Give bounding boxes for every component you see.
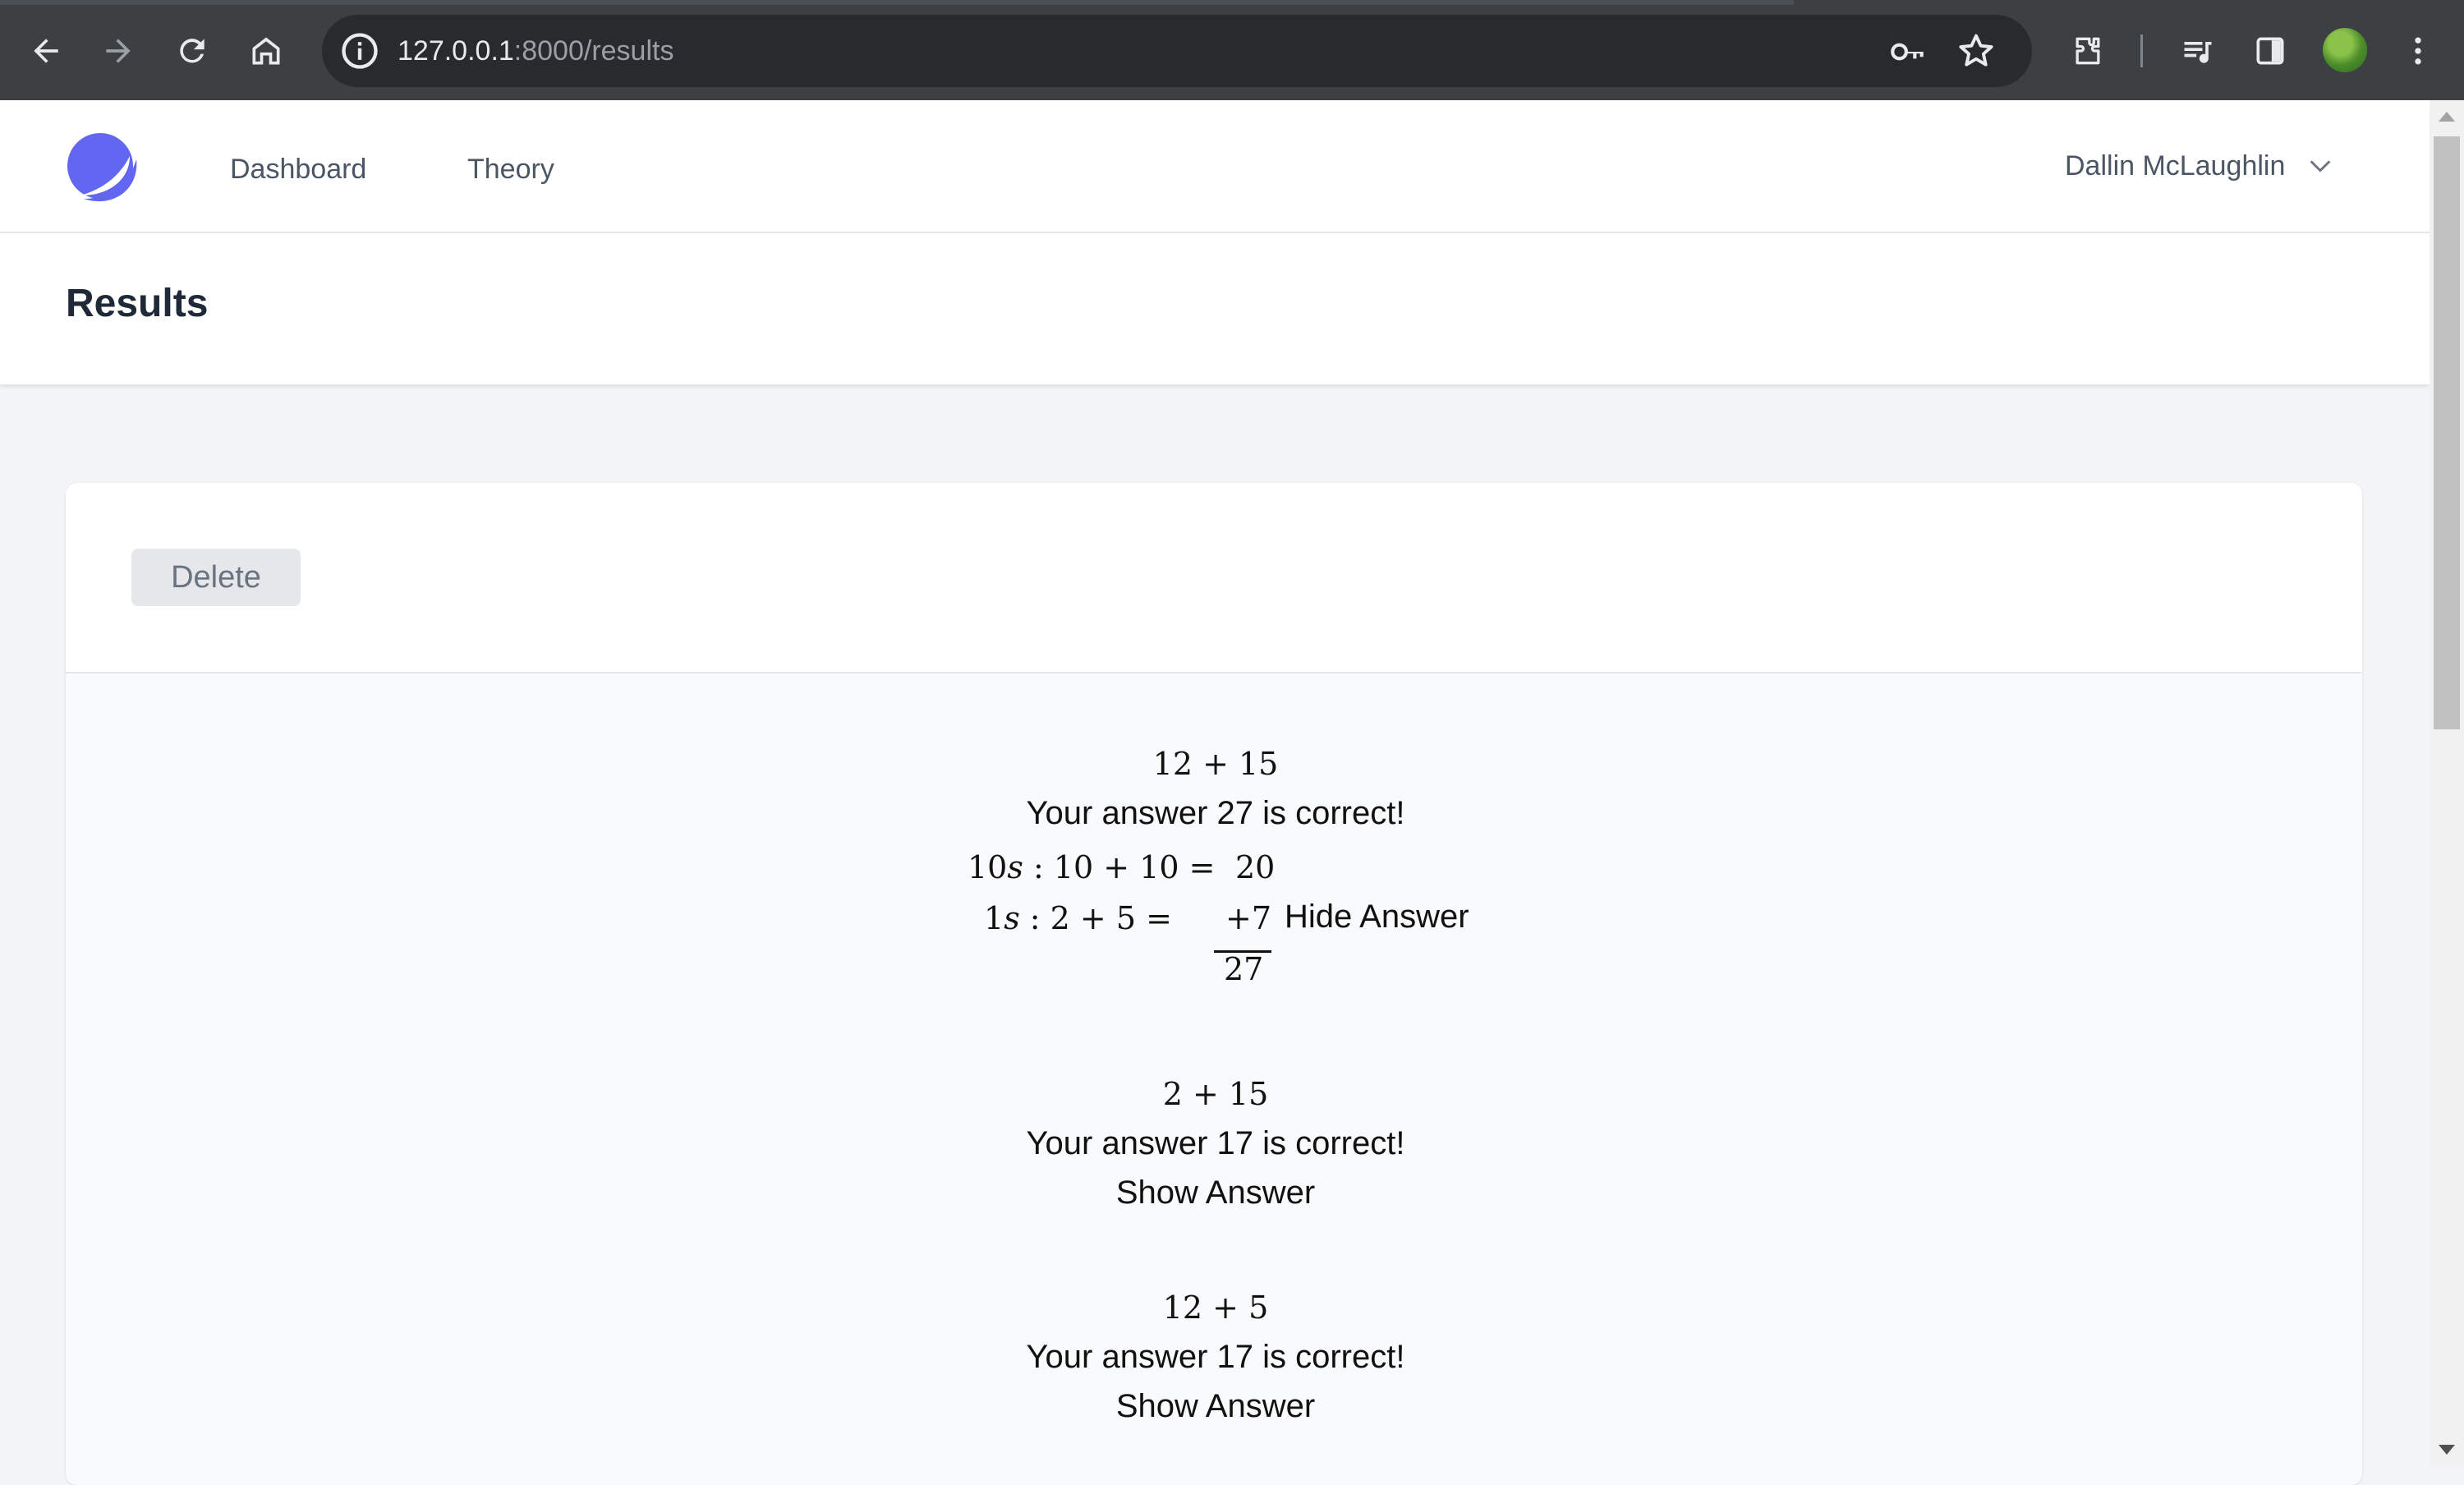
kebab-menu-icon[interactable] (2390, 23, 2446, 79)
profile-avatar[interactable] (2323, 28, 2367, 72)
tens-expr: : 10 + 10 = (1023, 849, 1216, 885)
key-icon[interactable] (1887, 31, 1928, 72)
extensions-icon[interactable] (2060, 23, 2116, 79)
browser-toolbar: 127.0.0.1:8000/results (0, 0, 2464, 100)
result-message: Your answer 17 is correct! (1026, 1125, 1405, 1161)
working-tens-row: 10s : 10 + 10 = (968, 849, 1215, 885)
results-card: Delete (66, 483, 2362, 1485)
home-icon[interactable] (238, 23, 294, 79)
page-header: Results (0, 233, 2430, 384)
scrollbar-thumb[interactable] (2434, 136, 2460, 729)
site-info-icon[interactable] (338, 30, 381, 72)
show-answer-button[interactable]: Show Answer (1116, 1388, 1315, 1425)
problem-expression: 12 + 5 (1162, 1290, 1269, 1326)
card-toolbar: Delete (66, 483, 2362, 674)
star-icon[interactable] (1955, 30, 1997, 72)
url-host: 127.0.0.1 (398, 35, 514, 67)
address-bar[interactable]: 127.0.0.1:8000/results (322, 15, 2032, 87)
back-arrow-icon[interactable] (18, 23, 74, 79)
app-logo-icon[interactable] (64, 130, 143, 209)
user-name: Dallin McLaughlin (2065, 149, 2286, 182)
tens-label: 10 (968, 849, 1008, 885)
ones-var: s (1004, 900, 1020, 936)
toolbar-separator (2140, 34, 2143, 67)
tab-strip-edge (0, 0, 1794, 5)
page-scrollbar[interactable] (2430, 100, 2464, 1466)
ones-expr: : 2 + 5 = (1019, 900, 1172, 936)
scroll-up-arrow-icon[interactable] (2439, 112, 2455, 122)
working-total: 27 (1224, 951, 1264, 987)
url-path: :8000/results (513, 35, 674, 67)
reload-icon[interactable] (164, 23, 220, 79)
delete-button[interactable]: Delete (131, 549, 301, 606)
page-title: Results (66, 282, 209, 325)
result-message: Your answer 27 is correct! (1026, 795, 1405, 831)
forward-arrow-icon[interactable] (90, 23, 146, 79)
nav-link-dashboard[interactable]: Dashboard (230, 100, 366, 232)
ones-label: 1 (984, 900, 1004, 936)
problem-expression: 2 + 15 (1162, 1076, 1269, 1112)
media-queue-icon[interactable] (2170, 23, 2226, 79)
side-panel-icon[interactable] (2242, 23, 2298, 79)
working-tens-value: 20 (1235, 849, 1276, 885)
tens-var: s (1007, 849, 1023, 885)
chevron-down-icon (2310, 160, 2331, 172)
scroll-down-arrow-icon[interactable] (2439, 1445, 2455, 1455)
result-message: Your answer 17 is correct! (1026, 1339, 1405, 1375)
url-text[interactable]: 127.0.0.1:8000/results (398, 15, 673, 87)
problem-expression: 12 + 15 (1152, 746, 1279, 782)
user-menu[interactable]: Dallin McLaughlin (2065, 100, 2334, 232)
top-navigation: Dashboard Theory Dallin McLaughlin (0, 100, 2430, 233)
nav-link-theory[interactable]: Theory (467, 100, 554, 232)
show-answer-button[interactable]: Show Answer (1116, 1175, 1315, 1211)
hide-answer-button[interactable]: Hide Answer (1285, 899, 1469, 936)
working-ones-row: 1s : 2 + 5 = (984, 900, 1172, 936)
working-ones-value: +7 (1225, 900, 1272, 936)
